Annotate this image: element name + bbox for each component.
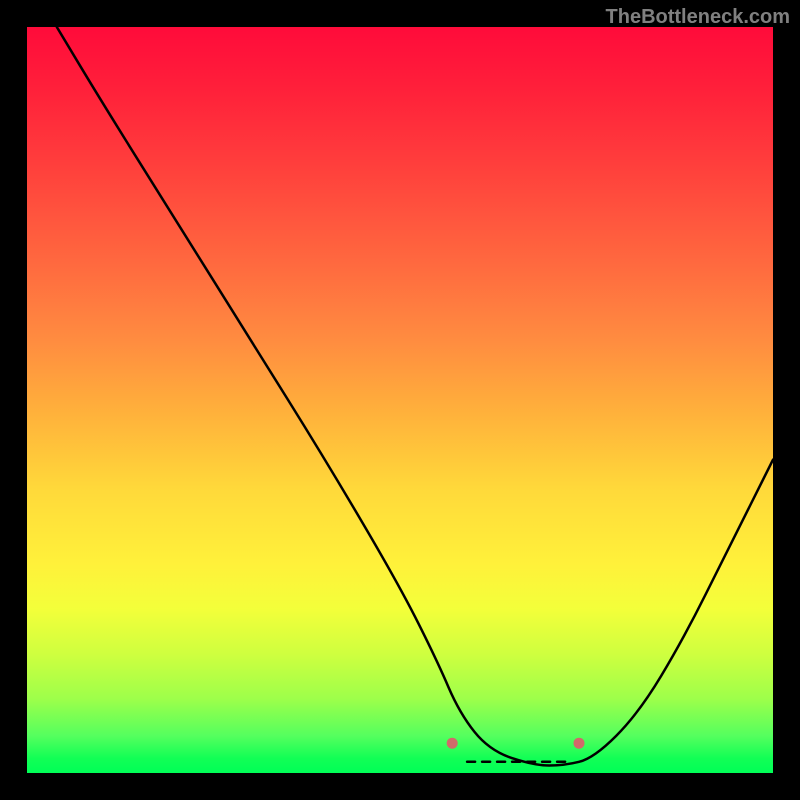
marker-dots	[447, 738, 585, 749]
curve-svg	[27, 27, 773, 773]
bottleneck-curve	[57, 27, 773, 766]
watermark-text: TheBottleneck.com	[606, 6, 790, 29]
marker-dot	[447, 738, 458, 749]
marker-dot	[574, 738, 585, 749]
plot-area	[27, 27, 773, 773]
chart-frame: TheBottleneck.com	[0, 0, 800, 800]
